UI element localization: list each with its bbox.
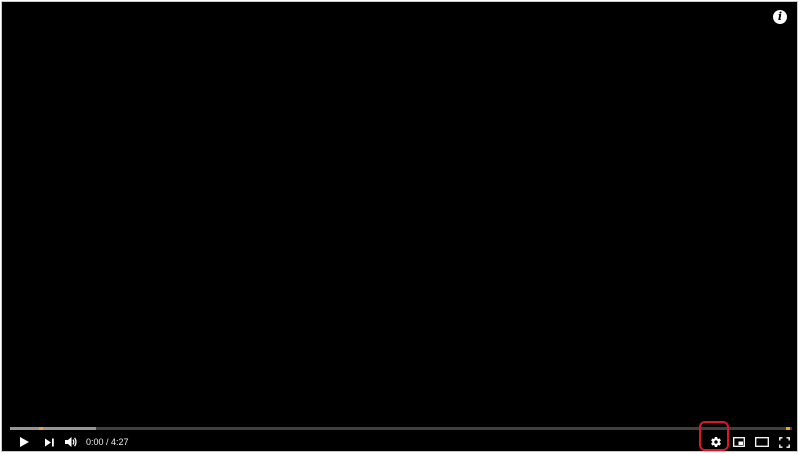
- mute-button[interactable]: [61, 432, 81, 451]
- play-button[interactable]: [14, 432, 34, 451]
- miniplayer-icon: [733, 437, 745, 447]
- current-time: 0:00: [86, 437, 104, 447]
- miniplayer-button[interactable]: [730, 432, 748, 451]
- theater-mode-button[interactable]: [752, 432, 772, 451]
- duration: 4:27: [111, 437, 129, 447]
- fullscreen-icon: [778, 436, 790, 448]
- volume-icon: [65, 437, 77, 447]
- progress-buffered: [10, 427, 97, 430]
- settings-gear-icon: [711, 437, 721, 448]
- progress-bar[interactable]: [10, 427, 792, 430]
- fullscreen-button[interactable]: [775, 432, 793, 451]
- next-icon: [44, 438, 54, 446]
- time-separator: /: [103, 437, 112, 447]
- control-bar: 0:00 / 4:27: [2, 432, 797, 451]
- info-icon[interactable]: i: [773, 10, 787, 24]
- progress-marker: [39, 427, 44, 430]
- time-display: 0:00 / 4:27: [86, 432, 129, 451]
- progress-marker: [786, 427, 791, 430]
- next-button[interactable]: [39, 432, 59, 451]
- play-icon: [20, 437, 29, 447]
- theater-mode-icon: [755, 437, 769, 447]
- video-player[interactable]: i 0:00 / 4:27: [1, 1, 798, 452]
- settings-button[interactable]: [706, 432, 726, 451]
